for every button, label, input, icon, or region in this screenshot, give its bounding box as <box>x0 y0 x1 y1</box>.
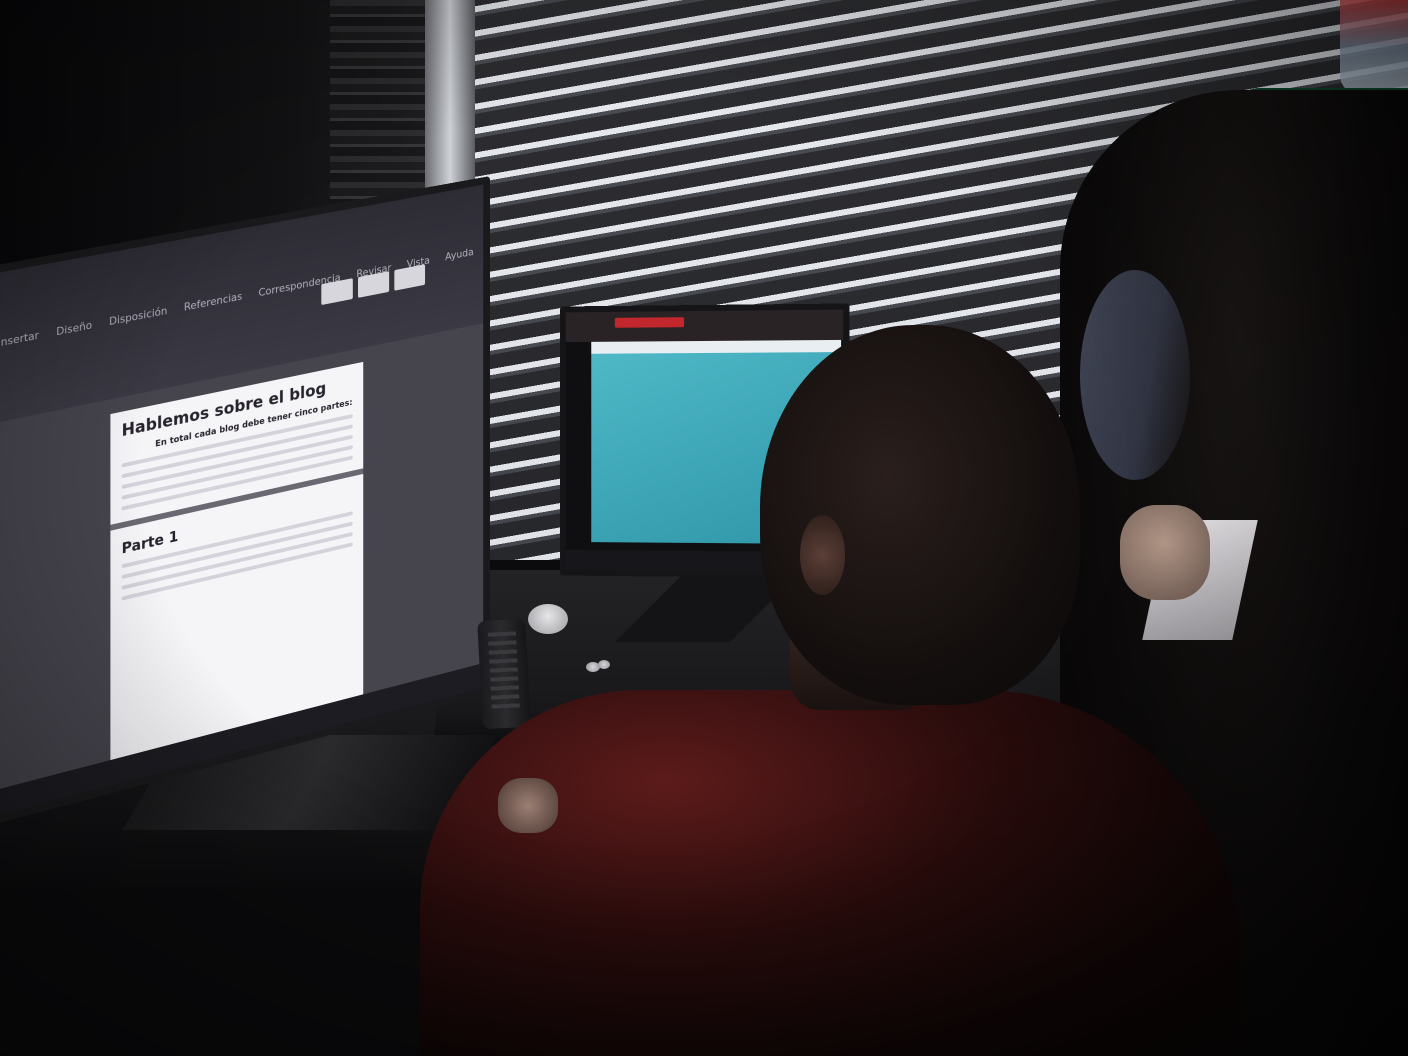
text-line <box>121 445 353 500</box>
style-swatch <box>394 264 426 291</box>
style-swatch <box>358 271 390 298</box>
ribbon-tab: Ayuda <box>445 245 474 264</box>
person-man-hand <box>498 778 558 833</box>
smart-speaker-puck <box>528 604 568 634</box>
person-man-body <box>420 690 1240 1056</box>
person-man-ear <box>800 515 845 595</box>
woman-hand <box>1120 505 1210 600</box>
coin <box>598 660 610 669</box>
tv-remote <box>477 618 531 730</box>
browser-tab <box>614 317 685 328</box>
woman-face <box>1080 270 1190 480</box>
ribbon-tabs: Insertar Diseño Disposición Referencias … <box>0 246 474 350</box>
shelf-object <box>1340 0 1408 95</box>
style-swatch <box>321 278 353 306</box>
person-man-head <box>760 325 1080 705</box>
ribbon-tab: Disposición <box>109 304 168 329</box>
browser-toolbar <box>565 309 844 343</box>
ribbon-tab: Referencias <box>183 289 243 314</box>
ribbon-tab: Insertar <box>0 328 39 350</box>
ribbon-tab: Diseño <box>56 318 93 339</box>
